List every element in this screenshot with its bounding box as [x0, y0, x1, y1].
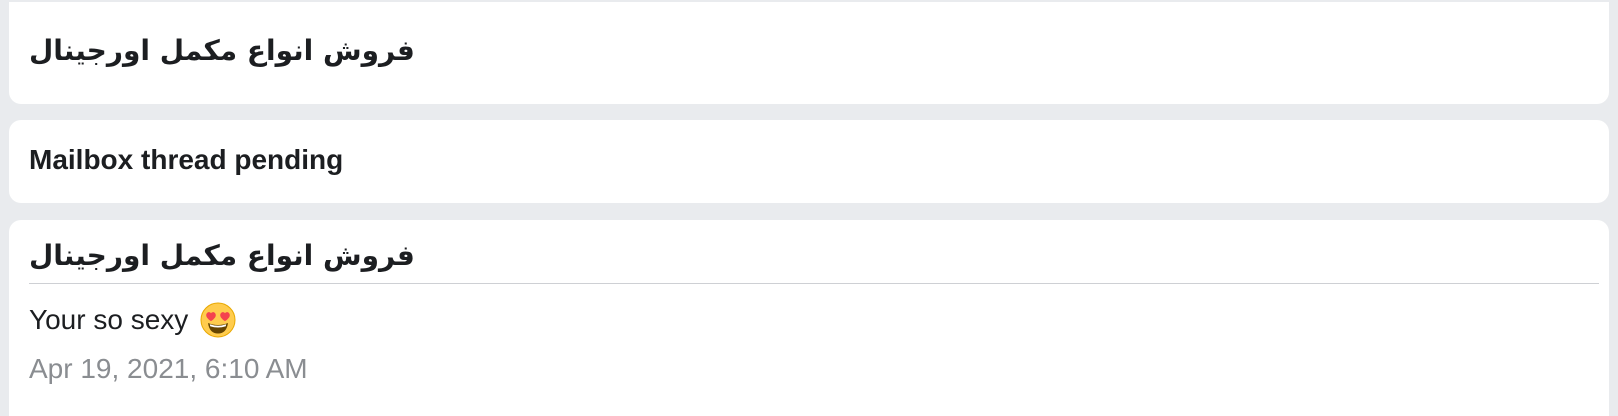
heart-eyes-emoji-icon [200, 302, 236, 338]
message: Your so sexy [29, 300, 236, 340]
thread-card[interactable]: فروش انواع مکمل اورجینال Your so sexy Ap… [9, 220, 1609, 416]
thread-card[interactable]: Mailbox thread pending [9, 120, 1609, 203]
divider [29, 283, 1599, 284]
thread-title: Mailbox thread pending [29, 144, 344, 175]
thread-title: فروش انواع مکمل اورجینال [29, 239, 415, 272]
thread-card[interactable]: فروش انواع مکمل اورجینال [9, 2, 1609, 104]
thread-title: فروش انواع مکمل اورجینال [29, 34, 415, 67]
message-text: Your so sexy [29, 304, 189, 335]
message-timestamp: Apr 19, 2021, 6:10 AM [29, 353, 308, 384]
